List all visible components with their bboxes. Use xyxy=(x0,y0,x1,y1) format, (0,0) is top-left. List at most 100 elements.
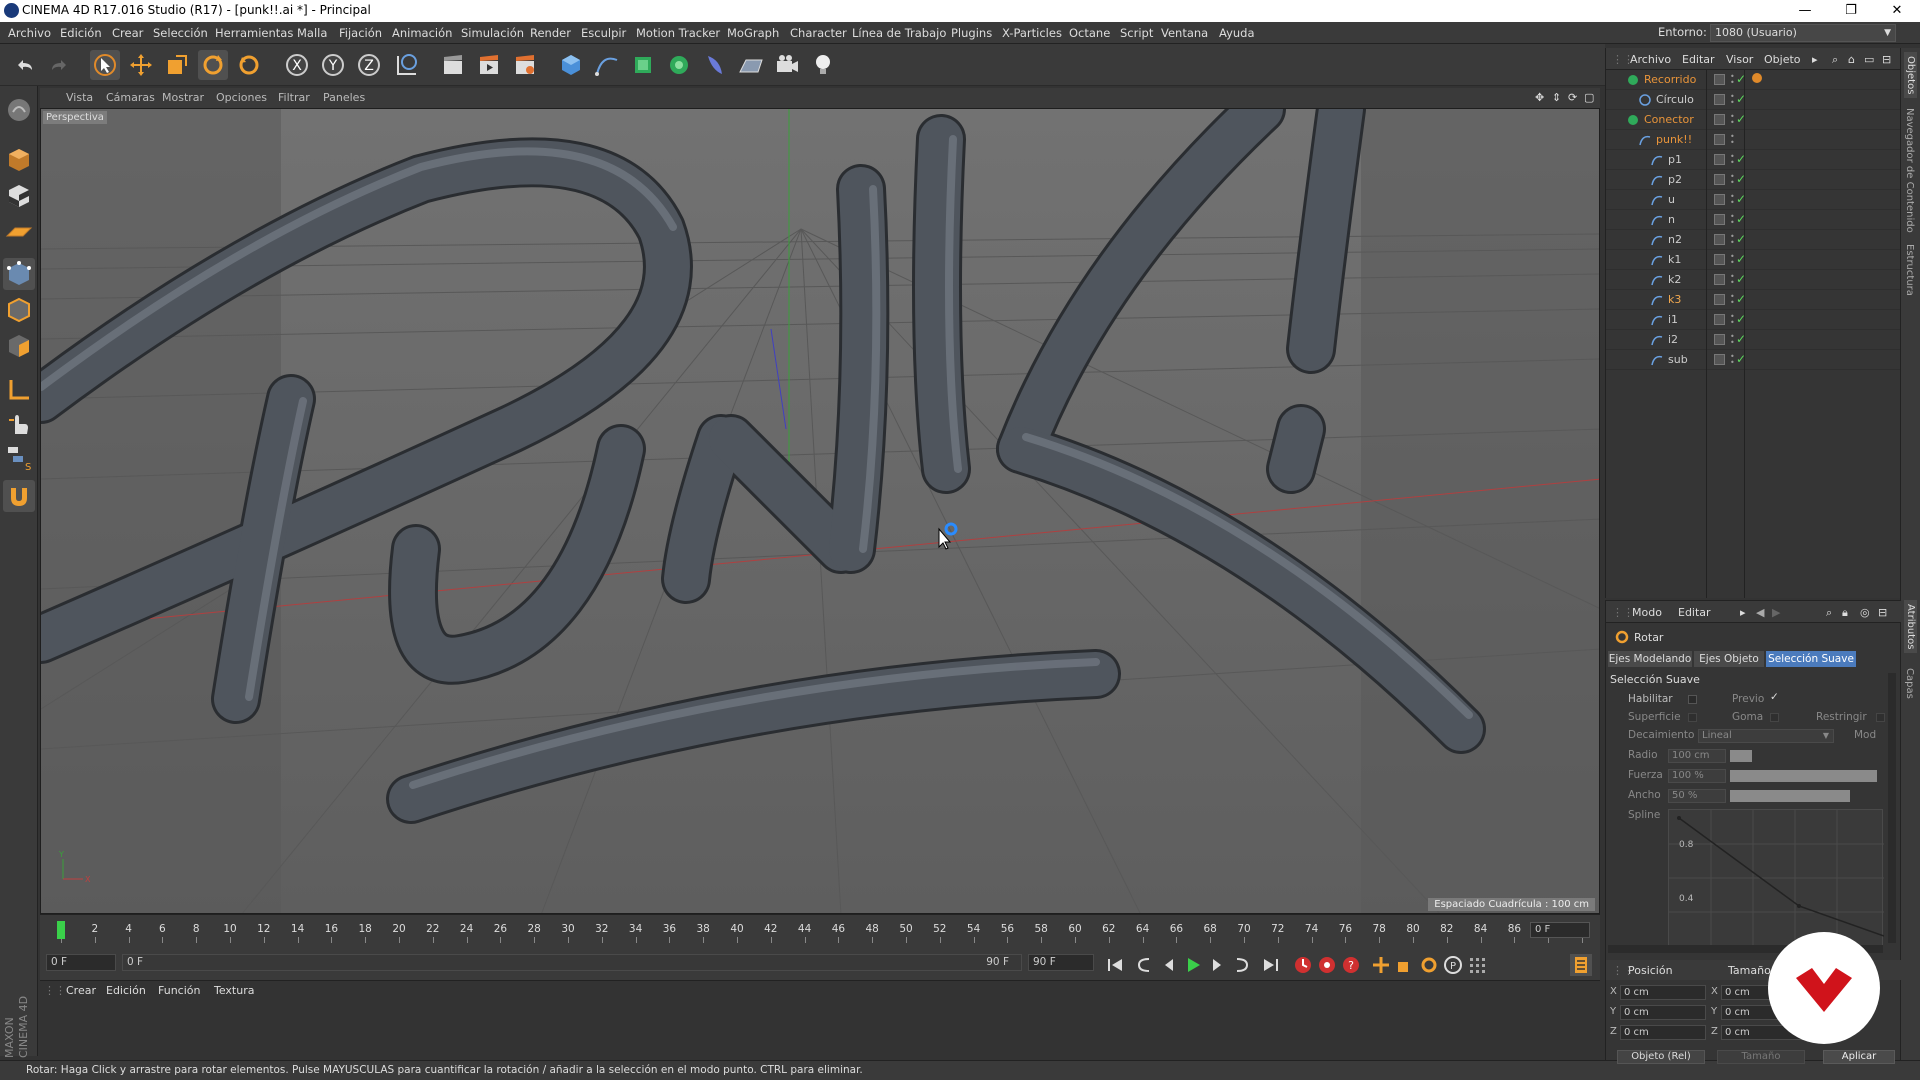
apply-button[interactable]: Aplicar xyxy=(1823,1050,1895,1064)
previous-frame-button[interactable] xyxy=(1158,954,1180,976)
render-view-button[interactable] xyxy=(438,50,468,80)
layer-tag-icon[interactable] xyxy=(1714,134,1725,145)
timeline-ruler[interactable]: 0246810121416182022242628303234363840424… xyxy=(55,917,1589,943)
object-row[interactable]: p2 • • ✓ xyxy=(1606,170,1901,190)
search-icon[interactable]: ⌕ xyxy=(1832,53,1838,67)
viewport-rotate-icon[interactable]: ⟳ xyxy=(1568,91,1577,104)
material-menu-funcion[interactable]: Función xyxy=(158,984,200,997)
object-menu-visor[interactable]: Visor xyxy=(1726,53,1753,66)
object-row[interactable]: k1 • • ✓ xyxy=(1606,250,1901,270)
decaimiento-dropdown[interactable]: Lineal ▼ xyxy=(1698,729,1834,743)
tab-seleccion-suave[interactable]: Selección Suave xyxy=(1766,651,1856,667)
tab-ejes-objeto[interactable]: Ejes Objeto xyxy=(1694,651,1764,667)
menu-seleccion[interactable]: Selección xyxy=(153,26,208,40)
keyframe-selection-button[interactable]: ? xyxy=(1340,954,1362,976)
polygons-mode-button[interactable] xyxy=(3,330,35,362)
back-arrow-icon[interactable]: ◀ xyxy=(1756,606,1764,619)
make-editable-button[interactable] xyxy=(3,94,35,126)
lock-y-axis-button[interactable]: Y xyxy=(318,50,348,80)
position-z-field[interactable]: 0 cm xyxy=(1620,1025,1706,1040)
layer-tag-icon[interactable] xyxy=(1714,194,1725,205)
end-frame-field[interactable]: 90 F xyxy=(1028,954,1094,971)
tag-icon[interactable] xyxy=(1752,73,1762,83)
next-frame-button[interactable] xyxy=(1206,954,1228,976)
key-point-level-button[interactable] xyxy=(1466,954,1488,976)
side-tab-atributos[interactable]: Atributos xyxy=(1904,600,1917,654)
key-rotation-button[interactable] xyxy=(1418,954,1440,976)
object-row[interactable]: Conector • • ✓ xyxy=(1606,110,1901,130)
3d-viewport[interactable]: Y X Perspectiva Espaciado Cuadrícula : 1… xyxy=(40,108,1600,914)
live-selection-button[interactable] xyxy=(90,50,120,80)
points-mode-button[interactable] xyxy=(3,258,35,290)
tab-ejes-modelando[interactable]: Ejes Modelando xyxy=(1608,651,1692,667)
radio-slider[interactable] xyxy=(1730,750,1752,762)
viewport-menu-camaras[interactable]: Cámaras xyxy=(106,91,155,104)
scale-tool-button[interactable] xyxy=(162,50,192,80)
target-icon[interactable]: ◎ xyxy=(1860,606,1870,619)
menu-malla[interactable]: Malla xyxy=(297,26,327,40)
radio-field[interactable]: 100 cm xyxy=(1668,749,1726,763)
home-icon[interactable]: ⌂ xyxy=(1848,53,1855,66)
menu-esculpir[interactable]: Esculpir xyxy=(581,26,626,40)
undo-button[interactable] xyxy=(10,50,40,80)
size-mode-dropdown[interactable]: Tamaño xyxy=(1717,1050,1805,1064)
ancho-field[interactable]: 50 % xyxy=(1668,789,1726,803)
close-button[interactable]: ✕ xyxy=(1874,0,1920,22)
menu-ayuda[interactable]: Ayuda xyxy=(1219,26,1255,40)
play-button[interactable] xyxy=(1182,954,1204,976)
object-row[interactable]: n • • ✓ xyxy=(1606,210,1901,230)
object-row[interactable]: punk!! • • xyxy=(1606,130,1901,150)
material-menu-crear[interactable]: Crear xyxy=(66,984,96,997)
viewport-menu-filtrar[interactable]: Filtrar xyxy=(278,91,310,104)
layers-icon[interactable]: ▭ xyxy=(1864,53,1874,66)
material-menu-edicion[interactable]: Edición xyxy=(106,984,146,997)
object-row[interactable]: sub • • ✓ xyxy=(1606,350,1901,370)
layer-tag-icon[interactable] xyxy=(1714,234,1725,245)
coordinate-system-button[interactable] xyxy=(392,50,422,80)
menu-ventana[interactable]: Ventana xyxy=(1161,26,1208,40)
magnet-snap-button[interactable] xyxy=(3,480,35,512)
subdivision-surface-button[interactable] xyxy=(628,50,658,80)
lock-x-axis-button[interactable]: X xyxy=(282,50,312,80)
object-row[interactable]: i1 • • ✓ xyxy=(1606,310,1901,330)
position-x-field[interactable]: 0 cm xyxy=(1620,985,1706,1000)
frame-range-slider[interactable]: 0 F 90 F xyxy=(122,954,1022,971)
menu-linea-de-trabajo[interactable]: Línea de Trabajo xyxy=(852,26,946,40)
menu-simulacion[interactable]: Simulación xyxy=(461,26,524,40)
floor-button[interactable] xyxy=(736,50,766,80)
layer-tag-icon[interactable] xyxy=(1714,354,1725,365)
attribute-menu-editar[interactable]: Editar xyxy=(1678,606,1711,619)
menu-octane[interactable]: Octane xyxy=(1069,26,1110,40)
viewport-menu-mostrar[interactable]: Mostrar xyxy=(162,91,204,104)
minimize-button[interactable]: — xyxy=(1782,0,1828,22)
object-row[interactable]: n2 • • ✓ xyxy=(1606,230,1901,250)
layout-dropdown[interactable]: 1080 (Usuario) ▼ xyxy=(1710,24,1896,42)
layer-tag-icon[interactable] xyxy=(1714,254,1725,265)
menu-character[interactable]: Character xyxy=(790,26,847,40)
start-frame-field[interactable]: 0 F xyxy=(46,954,116,971)
viewport-maximize-icon[interactable]: ▢ xyxy=(1584,91,1594,104)
snap-settings-button[interactable]: S xyxy=(3,442,35,474)
goma-checkbox[interactable] xyxy=(1770,713,1779,722)
key-position-button[interactable] xyxy=(1370,954,1392,976)
layer-tag-icon[interactable] xyxy=(1714,214,1725,225)
superficie-checkbox[interactable] xyxy=(1688,713,1697,722)
enable-axis-button[interactable] xyxy=(3,374,35,406)
key-scale-button[interactable] xyxy=(1394,954,1416,976)
layer-tag-icon[interactable] xyxy=(1714,74,1725,85)
next-key-button[interactable] xyxy=(1230,954,1252,976)
vertical-scrollbar[interactable] xyxy=(1888,673,1896,943)
layer-tag-icon[interactable] xyxy=(1714,94,1725,105)
lock-z-axis-button[interactable]: Z xyxy=(354,50,384,80)
recent-tool-button[interactable] xyxy=(234,50,264,80)
fuerza-slider[interactable] xyxy=(1730,770,1877,782)
light-button[interactable] xyxy=(808,50,838,80)
lock-icon[interactable]: 🔒︎ xyxy=(1842,606,1848,620)
ancho-slider[interactable] xyxy=(1730,790,1850,802)
menu-herramientas[interactable]: Herramientas xyxy=(215,26,293,40)
menu-archivo[interactable]: Archivo xyxy=(8,26,51,40)
viewport-zoom-icon[interactable]: ⇕ xyxy=(1552,91,1561,104)
menu-x-particles[interactable]: X-Particles xyxy=(1002,26,1062,40)
habilitar-checkbox[interactable] xyxy=(1688,695,1697,704)
move-tool-button[interactable] xyxy=(126,50,156,80)
